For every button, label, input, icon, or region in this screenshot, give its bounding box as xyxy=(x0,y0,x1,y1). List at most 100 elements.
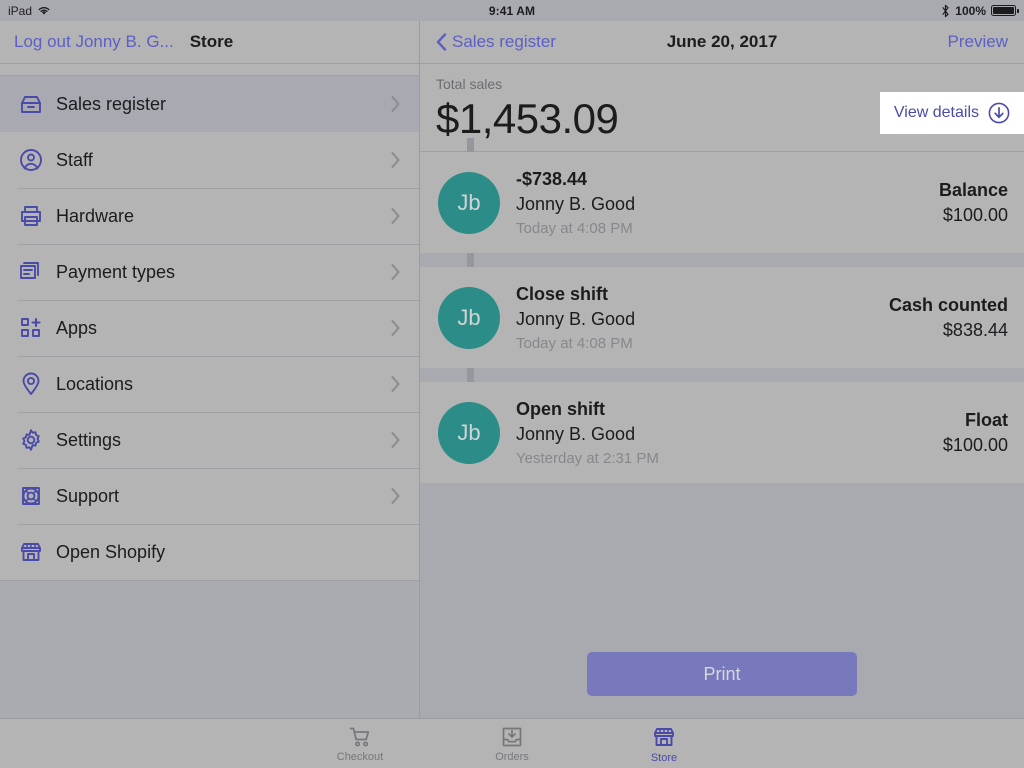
view-details-label: View details xyxy=(893,104,979,121)
chevron-right-icon xyxy=(390,375,401,393)
sidebar-item-open-shopify[interactable]: Open Shopify xyxy=(0,524,419,580)
print-footer: Print xyxy=(420,630,1024,718)
sidebar-top-spacer xyxy=(0,64,419,76)
sidebar-item-label: Apps xyxy=(56,317,98,338)
transaction-right-label: Balance xyxy=(938,179,1008,200)
transaction-right-label: Cash counted xyxy=(888,294,1008,315)
sidebar-item-sales-register[interactable]: Sales register xyxy=(0,76,419,132)
circle-arrow-down-icon xyxy=(988,102,1010,124)
sidebar-menu: Sales register Staff Hardware Payment types… xyxy=(0,76,419,580)
shopping-cart-icon xyxy=(348,725,372,749)
sidebar-title: Store xyxy=(189,32,234,51)
transaction-right-value: $100.00 xyxy=(942,204,1008,225)
sidebar-item-staff[interactable]: Staff xyxy=(0,132,419,188)
transaction-main: Open shift Jonny B. Good Yesterday at 2:31… xyxy=(516,399,943,467)
battery-icon xyxy=(991,5,1019,16)
transaction-row[interactable]: Jb Open shift Jonny B. Good Yesterday at 2:… xyxy=(420,382,1024,483)
transaction-right-label: Float xyxy=(965,409,1008,430)
sidebar-item-support[interactable]: Support xyxy=(0,468,419,524)
avatar-initials: Jb xyxy=(457,189,481,215)
inbox-download-icon xyxy=(500,725,524,749)
gear-icon xyxy=(18,427,46,453)
ipad-screen: iPad 9:41 AM 100% Log out Jonny B. G... … xyxy=(0,0,1024,768)
transaction-main: -$738.44 Jonny B. Good Today at 4:08 PM xyxy=(516,169,939,237)
transaction-timestamp: Today at 4:08 PM xyxy=(516,334,633,352)
chevron-right-icon xyxy=(390,431,401,449)
sidebar-item-label: Hardware xyxy=(56,205,135,226)
transaction-right-value: $838.44 xyxy=(942,319,1008,340)
transaction-row[interactable]: Jb Close shift Jonny B. Good Today at 4:08 … xyxy=(420,267,1024,368)
sidebar-item-label: Settings xyxy=(56,429,122,450)
transaction-right: Balance $100.00 xyxy=(939,180,1008,226)
tab-store[interactable]: Store xyxy=(619,724,709,764)
back-button-label: Sales register xyxy=(452,32,556,51)
bluetooth-icon xyxy=(941,4,950,18)
transaction-staff-name: Jonny B. Good xyxy=(516,423,636,444)
chevron-right-icon xyxy=(390,487,401,505)
transaction-main: Close shift Jonny B. Good Today at 4:08 PM xyxy=(516,284,889,352)
printer-icon xyxy=(18,203,46,229)
sidebar-item-label: Payment types xyxy=(56,261,176,282)
tab-checkout[interactable]: Checkout xyxy=(315,725,405,763)
back-button[interactable]: Sales register xyxy=(436,32,556,52)
cash-register-icon xyxy=(18,91,46,117)
transaction-gap xyxy=(420,253,1024,267)
avatar: Jb xyxy=(438,171,500,234)
transaction-right-value: $100.00 xyxy=(942,434,1008,455)
chevron-right-icon xyxy=(390,95,401,113)
avatar: Jb xyxy=(438,401,500,464)
avatar-initials: Jb xyxy=(457,419,481,445)
avatar-initials: Jb xyxy=(457,304,481,330)
chevron-right-icon xyxy=(390,151,401,169)
total-sales-section: Total sales $1,453.09 View details xyxy=(420,64,1024,152)
split-view: Log out Jonny B. G... Store Sales regist… xyxy=(0,21,1024,718)
apps-grid-plus-icon xyxy=(18,315,46,341)
detail-pane: Sales register June 20, 2017 Preview Tot… xyxy=(420,21,1024,718)
transaction-gap xyxy=(420,368,1024,382)
transaction-right: Float $100.00 xyxy=(943,410,1008,456)
sidebar-navbar: Log out Jonny B. G... Store xyxy=(0,21,419,64)
sidebar-item-label: Support xyxy=(56,485,120,506)
sidebar-empty-area xyxy=(0,580,419,718)
sidebar-item-hardware[interactable]: Hardware xyxy=(0,188,419,244)
staff-person-icon xyxy=(18,147,46,173)
sidebar-item-label: Staff xyxy=(56,149,93,170)
tab-label: Orders xyxy=(495,750,529,763)
avatar: Jb xyxy=(438,286,500,349)
tab-orders[interactable]: Orders xyxy=(467,725,557,763)
status-bar-clock: 9:41 AM xyxy=(488,3,536,18)
sidebar: Log out Jonny B. G... Store Sales regist… xyxy=(0,21,420,718)
shopify-store-icon xyxy=(18,539,46,565)
sidebar-item-apps[interactable]: Apps xyxy=(0,300,419,356)
transaction-timestamp: Today at 4:08 PM xyxy=(516,219,633,237)
print-button[interactable]: Print xyxy=(587,652,857,696)
status-bar-right: 100% xyxy=(941,3,1019,18)
sidebar-item-label: Open Shopify xyxy=(56,541,166,562)
transaction-title: Close shift xyxy=(516,283,609,304)
status-bar: iPad 9:41 AM 100% xyxy=(0,0,1024,21)
shopify-store-icon xyxy=(651,724,677,750)
lifebuoy-icon xyxy=(18,483,46,509)
chevron-left-icon xyxy=(436,33,447,51)
transaction-row[interactable]: Jb -$738.44 Jonny B. Good Today at 4:08 PM B… xyxy=(420,152,1024,253)
location-pin-icon xyxy=(18,371,46,397)
detail-navbar: Sales register June 20, 2017 Preview xyxy=(420,21,1024,64)
sidebar-item-payment-types[interactable]: Payment types xyxy=(0,244,419,300)
view-details-button[interactable]: View details xyxy=(879,92,1024,134)
total-sales-label: Total sales xyxy=(436,76,503,92)
transaction-title: Open shift xyxy=(516,398,605,419)
sidebar-item-label: Locations xyxy=(56,373,134,394)
sidebar-item-settings[interactable]: Settings xyxy=(0,412,419,468)
logout-button[interactable]: Log out Jonny B. G... xyxy=(14,32,174,52)
transaction-staff-name: Jonny B. Good xyxy=(516,308,636,329)
battery-percent-label: 100% xyxy=(955,3,986,18)
chevron-right-icon xyxy=(390,263,401,281)
transaction-timestamp: Yesterday at 2:31 PM xyxy=(516,449,659,467)
payment-card-icon xyxy=(18,259,46,285)
sidebar-item-locations[interactable]: Locations xyxy=(0,356,419,412)
transaction-right: Cash counted $838.44 xyxy=(889,295,1008,341)
transaction-list[interactable]: Jb -$738.44 Jonny B. Good Today at 4:08 PM B… xyxy=(420,138,1024,630)
chevron-right-icon xyxy=(390,207,401,225)
preview-button[interactable]: Preview xyxy=(948,32,1008,52)
transaction-staff-name: Jonny B. Good xyxy=(516,193,636,214)
